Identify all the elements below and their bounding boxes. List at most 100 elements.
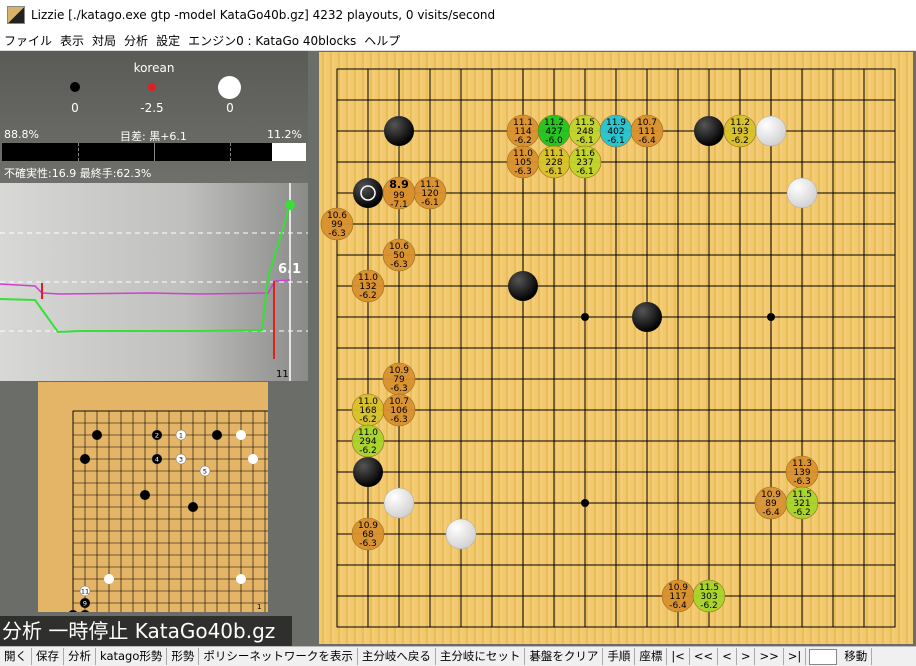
candidate-move[interactable]: 11.1228-6.1 [537,145,571,179]
candidate-score: -6.3 [390,415,408,425]
last-move-value: 8.9 [389,178,409,191]
toolbar-button[interactable]: |< [667,648,690,665]
candidate-move[interactable]: 11.5321-6.2 [785,486,819,520]
candidate-move[interactable]: 11.0294-6.2 [351,424,385,458]
toolbar-button[interactable]: 座標 [635,648,668,665]
candidate-move[interactable]: 10.989-6.4 [754,486,788,520]
toolbar-button[interactable]: 保存 [32,648,64,665]
candidate-move[interactable]: 10.699-6.3 [320,207,354,241]
candidate-move[interactable]: 11.5303-6.2 [692,579,726,613]
last-move-info: 8.999-7.1 [382,176,416,210]
candidate-move[interactable]: 10.7111-6.4 [630,114,664,148]
black-stone[interactable] [632,302,662,332]
candidate-move[interactable]: 11.3139-6.3 [785,455,819,489]
toolbar-button[interactable]: >> [755,648,784,665]
toolbar-button[interactable]: 開く [0,648,32,665]
graph-move-number: 11 [276,369,289,380]
toolbar-button[interactable]: 手順 [603,648,636,665]
candidate-move[interactable]: 11.1120-6.1 [413,176,447,210]
white-stone[interactable] [445,518,477,550]
uncertainty-text: 不確実性:16.9 最終手:62.3% [4,167,152,180]
toolbar-button[interactable]: 主分岐にセット [436,648,526,665]
candidate-move[interactable]: 11.0168-6.2 [351,393,385,427]
komi-icon [148,83,156,91]
app-icon [7,6,25,24]
black-stone[interactable] [508,271,538,301]
black-stone[interactable] [384,116,414,146]
mini-black-stone [188,502,198,512]
candidate-move[interactable]: 10.979-6.3 [382,362,416,396]
white-stone[interactable] [755,115,787,147]
move-button[interactable]: 移動 [840,648,873,665]
status-text: 分析 一時停止 KataGo40b.gz [0,616,292,646]
menu-item[interactable]: 対局 [88,32,120,49]
toolbar-button[interactable]: 碁盤をクリア [525,648,604,665]
candidate-score: -6.2 [793,508,811,518]
candidate-score: -6.4 [762,508,780,518]
toolbar-button[interactable]: >| [784,648,807,665]
candidate-move[interactable]: 10.7106-6.3 [382,393,416,427]
toolbar-button[interactable]: > [737,648,756,665]
winrate-panel: korean 0 -2.5 0 88.8% 目差: 黒+6.1 11.2% 不確… [0,51,308,183]
candidate-score: -6.1 [576,167,594,177]
white-stone[interactable] [786,177,818,209]
toolbar-button[interactable]: ポリシーネットワークを表示 [199,648,358,665]
hoshi-point [581,499,589,507]
menu-item[interactable]: エンジン0 : KataGo 40blocks [184,32,360,49]
candidate-move[interactable]: 11.5248-6.1 [568,114,602,148]
main-board[interactable]: 11.1 114 -6.2 11.2 427 -6.0 11.5 248 -6.1 11.9 402… [319,52,913,644]
mini-move-number: 5 [203,468,207,476]
move-number-input[interactable] [809,648,838,665]
black-stone[interactable] [353,178,383,208]
mini-corner-label: 1 [257,603,261,611]
candidate-score: -6.3 [390,260,408,270]
candidate-move[interactable]: 11.1114-6.2 [506,114,540,148]
winrate-graph: 6.1 11 [0,183,308,381]
menu-item[interactable]: ヘルプ [360,32,404,49]
komi-value: -2.5 [140,101,164,115]
candidate-move[interactable]: 11.0132-6.2 [351,269,385,303]
candidate-score: -6.2 [359,415,377,425]
title-bar: Lizzie [./katago.exe gtp -model KataGo40… [0,0,916,30]
mini-move-number: 6 [83,612,87,613]
bottom-toolbar: 開く 保存 分析 katago形勢 形勢 ポリシーネットワークを表示 主分岐へ戻る 主分岐にセ… [0,646,916,666]
candidate-move[interactable]: 11.2193-6.2 [723,114,757,148]
candidate-move[interactable]: 10.650-6.3 [382,238,416,272]
mini-board-svg: 21435119106871 [67,410,290,633]
mini-black-stone [80,454,90,464]
candidate-move[interactable]: 11.9402-6.1 [599,114,633,148]
candidate-move[interactable]: 11.0105-6.3 [506,145,540,179]
white-captures: 0 [226,101,234,115]
variation-board[interactable]: 21435119106871 [38,382,290,633]
candidate-move[interactable]: 10.9117-6.4 [661,579,695,613]
menu-item[interactable]: ファイル [0,32,56,49]
rules-label: korean [133,61,175,75]
mini-white-stone [236,430,246,440]
black-winrate: 88.8% [4,128,39,141]
candidate-move[interactable]: 10.968-6.3 [351,517,385,551]
mini-move-number: 2 [155,432,159,440]
candidate-score: -6.3 [328,229,346,239]
toolbar-button[interactable]: 形勢 [167,648,200,665]
candidate-score: -6.3 [793,477,811,487]
toolbar-button[interactable]: << [690,648,719,665]
toolbar-button[interactable]: 分析 [64,648,96,665]
candidate-score: -6.3 [514,167,532,177]
winrate-line [0,204,291,334]
toolbar-button[interactable]: 主分岐へ戻る [358,648,436,665]
menu-item[interactable]: 分析 [120,32,152,49]
mini-move-number: 3 [179,456,183,464]
menu-item[interactable]: 表示 [56,32,88,49]
black-stone[interactable] [694,116,724,146]
toolbar-button[interactable]: < [718,648,737,665]
menu-item[interactable]: 設定 [152,32,184,49]
candidate-score: -6.3 [390,384,408,394]
candidate-move[interactable]: 11.6237-6.1 [568,145,602,179]
white-stone[interactable] [383,487,415,519]
white-captures-icon [218,76,241,99]
candidate-move[interactable]: 11.2427-6.0 [537,114,571,148]
toolbar-button[interactable]: katago形勢 [96,648,168,665]
black-stone[interactable] [353,457,383,487]
board-svg[interactable]: 11.1114-6.211.2427-6.011.5248-6.111.9402… [319,52,913,644]
candidate-score: -6.3 [359,539,377,549]
